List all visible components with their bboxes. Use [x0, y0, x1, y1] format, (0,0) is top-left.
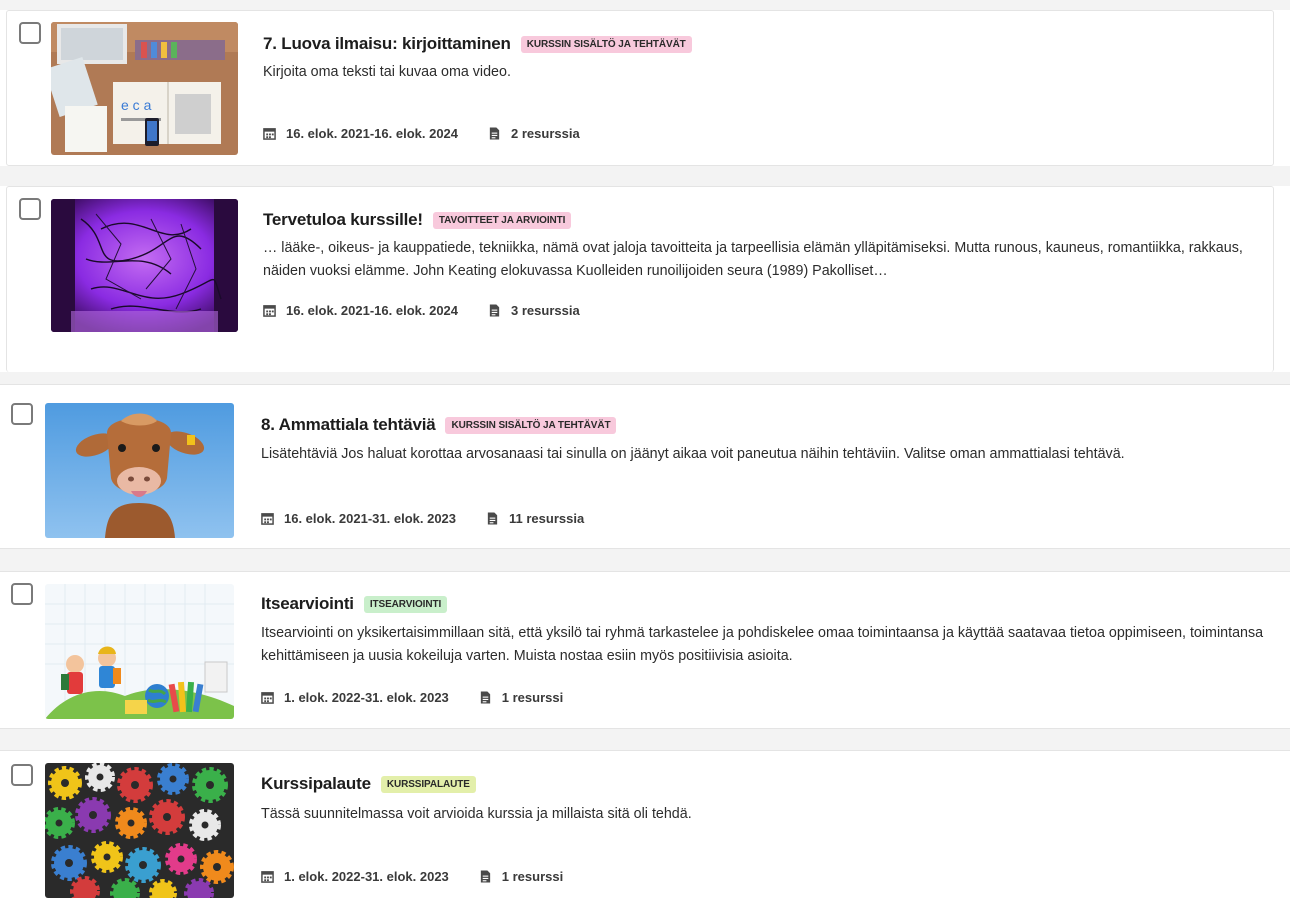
- plan-meta: 1. elok. 2022-31. elok. 2023 1 resurssi: [261, 690, 563, 705]
- plan-card[interactable]: 8. Ammattiala tehtäviä KURSSIN SISÄLTÖ J…: [0, 384, 1290, 549]
- select-checkbox[interactable]: [11, 764, 33, 786]
- svg-text:e c a: e c a: [121, 97, 152, 113]
- plan-meta: 16. elok. 2021-16. elok. 2024 3 resurssi…: [263, 303, 580, 318]
- plan-title[interactable]: 7. Luova ilmaisu: kirjoittaminen: [263, 34, 511, 54]
- separator-band: [0, 729, 1290, 750]
- calendar-icon: [263, 305, 276, 317]
- category-badge: ITSEARVIOINTI: [363, 595, 448, 613]
- plan-card[interactable]: Tervetuloa kurssille! TAVOITTEET JA ARVI…: [6, 186, 1274, 372]
- plan-card[interactable]: Kurssipalaute KURSSIPALAUTE Tässä suunni…: [0, 750, 1290, 904]
- plan-dates: 1. elok. 2022-31. elok. 2023: [284, 690, 449, 705]
- separator-band: [0, 372, 1290, 384]
- category-badge: KURSSIN SISÄLTÖ JA TEHTÄVÄT: [520, 35, 692, 53]
- plan-thumbnail[interactable]: [51, 199, 238, 332]
- plan-description: … lääke-, oikeus- ja kauppatiede, teknii…: [263, 240, 1243, 279]
- card-title-row: Tervetuloa kurssille! TAVOITTEET JA ARVI…: [263, 210, 572, 230]
- plan-resources: 3 resurssia: [511, 303, 580, 318]
- plan-description: Tässä suunnitelmassa voit arvioida kurss…: [261, 806, 692, 822]
- document-icon: [489, 127, 500, 140]
- plan-description: Kirjoita oma teksti tai kuvaa oma video.: [263, 64, 511, 80]
- select-checkbox[interactable]: [19, 198, 41, 220]
- plan-title[interactable]: Tervetuloa kurssille!: [263, 210, 423, 230]
- plan-dates: 16. elok. 2021-31. elok. 2023: [284, 511, 457, 526]
- select-checkbox[interactable]: [11, 403, 33, 425]
- plan-card[interactable]: Itsearviointi ITSEARVIOINTI Itsearvioint…: [0, 571, 1290, 729]
- calendar-icon: [261, 692, 274, 704]
- card-title-row: Itsearviointi ITSEARVIOINTI: [261, 594, 448, 614]
- plan-title[interactable]: Kurssipalaute: [261, 774, 371, 794]
- category-badge: TAVOITTEET JA ARVIOINTI: [432, 211, 572, 229]
- document-icon: [480, 691, 490, 704]
- document-icon: [489, 304, 500, 317]
- plan-description: Itsearviointi on yksikertaisimmillaan si…: [261, 625, 1264, 664]
- plan-thumbnail[interactable]: e c a: [51, 22, 238, 155]
- plan-dates: 1. elok. 2022-31. elok. 2023: [284, 869, 449, 884]
- separator-band: [0, 0, 1290, 10]
- plan-dates: 16. elok. 2021-16. elok. 2024: [286, 126, 459, 141]
- card-title-row: Kurssipalaute KURSSIPALAUTE: [261, 774, 476, 794]
- plan-meta: 16. elok. 2021-16. elok. 2024 2 resurssi…: [263, 126, 580, 141]
- plan-title[interactable]: 8. Ammattiala tehtäviä: [261, 415, 436, 435]
- category-badge: KURSSIN SISÄLTÖ JA TEHTÄVÄT: [445, 416, 617, 434]
- plan-resources: 1 resurssi: [501, 869, 564, 884]
- plan-thumbnail[interactable]: [45, 584, 234, 719]
- plan-resources: 1 resurssi: [501, 690, 564, 705]
- calendar-icon: [263, 128, 276, 140]
- card-title-row: 7. Luova ilmaisu: kirjoittaminen KURSSIN…: [263, 34, 692, 54]
- document-icon: [480, 870, 490, 883]
- plan-thumbnail[interactable]: [45, 403, 234, 538]
- plan-card[interactable]: e c a 7. Luova ilmaisu: kirjoittaminen K…: [6, 10, 1274, 166]
- card-title-row: 8. Ammattiala tehtäviä KURSSIN SISÄLTÖ J…: [261, 415, 617, 435]
- document-icon: [487, 512, 498, 525]
- plan-resources: 11 resurssia: [509, 511, 585, 526]
- plan-description: Lisätehtäviä Jos haluat korottaa arvosan…: [261, 446, 1125, 462]
- category-badge: KURSSIPALAUTE: [380, 775, 476, 793]
- calendar-icon: [261, 871, 274, 883]
- select-checkbox[interactable]: [19, 22, 41, 44]
- plan-dates: 16. elok. 2021-16. elok. 2024: [286, 303, 459, 318]
- plan-meta: 1. elok. 2022-31. elok. 2023 1 resurssi: [261, 869, 563, 884]
- plan-title[interactable]: Itsearviointi: [261, 594, 354, 614]
- select-checkbox[interactable]: [11, 583, 33, 605]
- plan-resources: 2 resurssia: [511, 126, 580, 141]
- plan-thumbnail[interactable]: [45, 763, 234, 898]
- separator-band: [0, 166, 1290, 186]
- calendar-icon: [261, 513, 274, 525]
- separator-band: [0, 549, 1290, 571]
- plan-meta: 16. elok. 2021-31. elok. 2023 11 resurss…: [261, 511, 584, 526]
